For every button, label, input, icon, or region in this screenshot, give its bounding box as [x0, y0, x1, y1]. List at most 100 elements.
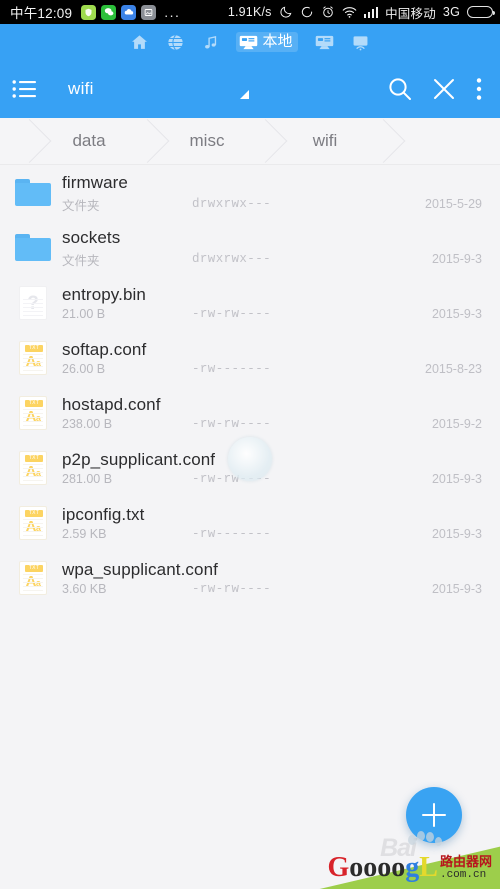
file-permissions: drwxrwx---	[192, 197, 272, 211]
row-content: p2p_supplicant.conf 281.00 B -rw-rw---- …	[62, 449, 486, 486]
wifi-icon	[342, 6, 357, 19]
nav-item-network[interactable]	[166, 33, 185, 52]
unknown-file-icon: ?	[14, 284, 52, 322]
file-date: 2015-9-3	[431, 472, 482, 486]
file-name: softap.conf	[62, 340, 147, 359]
file-name: ipconfig.txt	[62, 505, 145, 524]
table-row[interactable]: TXT Aa hostapd.conf 238.00 B -rw-rw---- …	[0, 385, 500, 440]
file-name: p2p_supplicant.conf	[62, 450, 216, 469]
toolbar: wifi	[0, 60, 500, 118]
table-row[interactable]: sockets 文件夹 drwxrwx--- 2015-9-3	[0, 220, 500, 275]
table-row[interactable]: TXT Aa ipconfig.txt 2.59 KB -rw------- 2…	[0, 495, 500, 550]
file-size: 3.60 KB	[62, 582, 107, 596]
file-name: sockets	[62, 227, 121, 247]
file-meta: 281.00 B -rw-rw---- 2015-9-3	[62, 472, 486, 486]
row-content: sockets 文件夹 drwxrwx--- 2015-9-3	[62, 227, 486, 269]
status-bar: 中午12:09 ... 1.91K/s 中国移动 3G	[0, 0, 500, 24]
text-file-badge: TXT	[25, 344, 43, 352]
breadcrumb-root[interactable]	[0, 118, 30, 164]
nav-item-local-label: 本地	[262, 33, 293, 50]
file-size: 2.59 KB	[62, 527, 107, 541]
file-name: firmware	[62, 172, 128, 192]
nav-item-remote[interactable]	[315, 35, 334, 50]
file-meta: 文件夹 drwxrwx--- 2015-5-29	[62, 195, 486, 214]
file-date: 2015-9-3	[431, 527, 482, 541]
row-content: softap.conf 26.00 B -rw------- 2015-8-23	[62, 339, 486, 376]
cloud-app-icon	[121, 4, 137, 20]
status-overflow-dots: ...	[164, 4, 181, 20]
nav-item-music[interactable]	[202, 33, 219, 52]
nav-chip-local[interactable]: 本地	[236, 32, 298, 52]
search-icon[interactable]	[378, 67, 422, 111]
file-size: 21.00 B	[62, 307, 106, 321]
table-row[interactable]: TXT Aa p2p_supplicant.conf 281.00 B -rw-…	[0, 440, 500, 495]
plus-icon	[422, 803, 446, 827]
watermark-logo-text: GoooogL	[328, 852, 438, 883]
nav-item-home[interactable]	[130, 33, 149, 52]
battery-icon	[467, 6, 495, 18]
text-file-icon: TXT Aa	[14, 559, 52, 597]
watermark-site-domain: .com.cn	[439, 869, 487, 881]
breadcrumb: data misc wifi	[0, 118, 500, 165]
file-permissions: -rw-rw----	[192, 582, 272, 596]
text-file-badge: TXT	[25, 509, 43, 517]
file-date: 2015-8-23	[425, 362, 482, 376]
network-type-label: 3G	[442, 5, 460, 19]
table-row[interactable]: ? entropy.bin 21.00 B -rw-rw---- 2015-9-…	[0, 275, 500, 330]
file-size: 文件夹	[62, 198, 100, 213]
file-permissions: -rw-------	[192, 362, 272, 376]
page-title: wifi	[68, 79, 94, 98]
text-file-icon: TXT Aa	[14, 449, 52, 487]
folder-icon	[14, 174, 52, 212]
status-clock: 中午12:09	[10, 6, 73, 21]
file-list: firmware 文件夹 drwxrwx--- 2015-5-29 socket…	[0, 165, 500, 605]
file-name: wpa_supplicant.conf	[62, 560, 218, 579]
wechat-app-icon	[101, 4, 117, 20]
app-nav-bar: 本地	[0, 24, 500, 60]
text-file-icon: TXT Aa	[14, 339, 52, 377]
table-row[interactable]: TXT Aa softap.conf 26.00 B -rw------- 20…	[0, 330, 500, 385]
file-meta: 2.59 KB -rw------- 2015-9-3	[62, 527, 486, 541]
network-speed-label: 1.91K/s	[227, 5, 272, 19]
row-content: wpa_supplicant.conf 3.60 KB -rw-rw---- 2…	[62, 559, 486, 596]
file-date: 2015-9-3	[431, 307, 482, 321]
folder-icon	[14, 229, 52, 267]
file-meta: 26.00 B -rw------- 2015-8-23	[62, 362, 486, 376]
file-permissions: -rw-rw----	[192, 472, 272, 486]
watermark-green-banner	[319, 846, 500, 889]
file-name: entropy.bin	[62, 285, 146, 304]
more-vertical-icon[interactable]	[466, 67, 492, 111]
file-date: 2015-5-29	[425, 197, 482, 211]
nav-item-local[interactable]: 本地	[236, 32, 298, 52]
text-file-badge: TXT	[25, 564, 43, 572]
list-menu-icon[interactable]	[10, 67, 40, 111]
sync-icon	[300, 5, 314, 19]
watermark-site-cn: 路由器网	[439, 854, 492, 869]
file-size: 26.00 B	[62, 362, 106, 376]
file-permissions: -rw-rw----	[192, 307, 272, 321]
file-name: hostapd.conf	[62, 395, 161, 414]
file-date: 2015-9-3	[431, 252, 482, 266]
nav-item-cast[interactable]	[351, 34, 370, 51]
file-permissions: -rw-------	[192, 527, 272, 541]
watermark: Bai GoooogL 路由器网 .com.cn	[280, 829, 500, 889]
text-file-badge: TXT	[25, 399, 43, 407]
shield-app-icon	[81, 4, 97, 20]
watermark-logo: GoooogL 路由器网 .com.cn	[328, 852, 492, 883]
logo-oooo: oooo	[349, 852, 406, 883]
file-permissions: drwxrwx---	[192, 252, 272, 266]
file-meta: 文件夹 drwxrwx--- 2015-9-3	[62, 250, 486, 269]
file-size: 238.00 B	[62, 417, 113, 431]
text-file-badge: TXT	[25, 454, 43, 462]
table-row[interactable]: firmware 文件夹 drwxrwx--- 2015-5-29	[0, 165, 500, 220]
table-row[interactable]: TXT Aa wpa_supplicant.conf 3.60 KB -rw-r…	[0, 550, 500, 605]
file-meta: 3.60 KB -rw-rw---- 2015-9-3	[62, 582, 486, 596]
status-right-group: 1.91K/s 中国移动 3G	[227, 3, 495, 22]
file-meta: 238.00 B -rw-rw---- 2015-9-2	[62, 417, 486, 431]
logo-g2: g	[405, 852, 420, 883]
add-button[interactable]	[406, 787, 462, 843]
local-storage-icon	[240, 35, 258, 49]
status-app-icons	[81, 4, 157, 20]
text-file-icon: TXT Aa	[14, 504, 52, 542]
close-icon[interactable]	[422, 67, 466, 111]
